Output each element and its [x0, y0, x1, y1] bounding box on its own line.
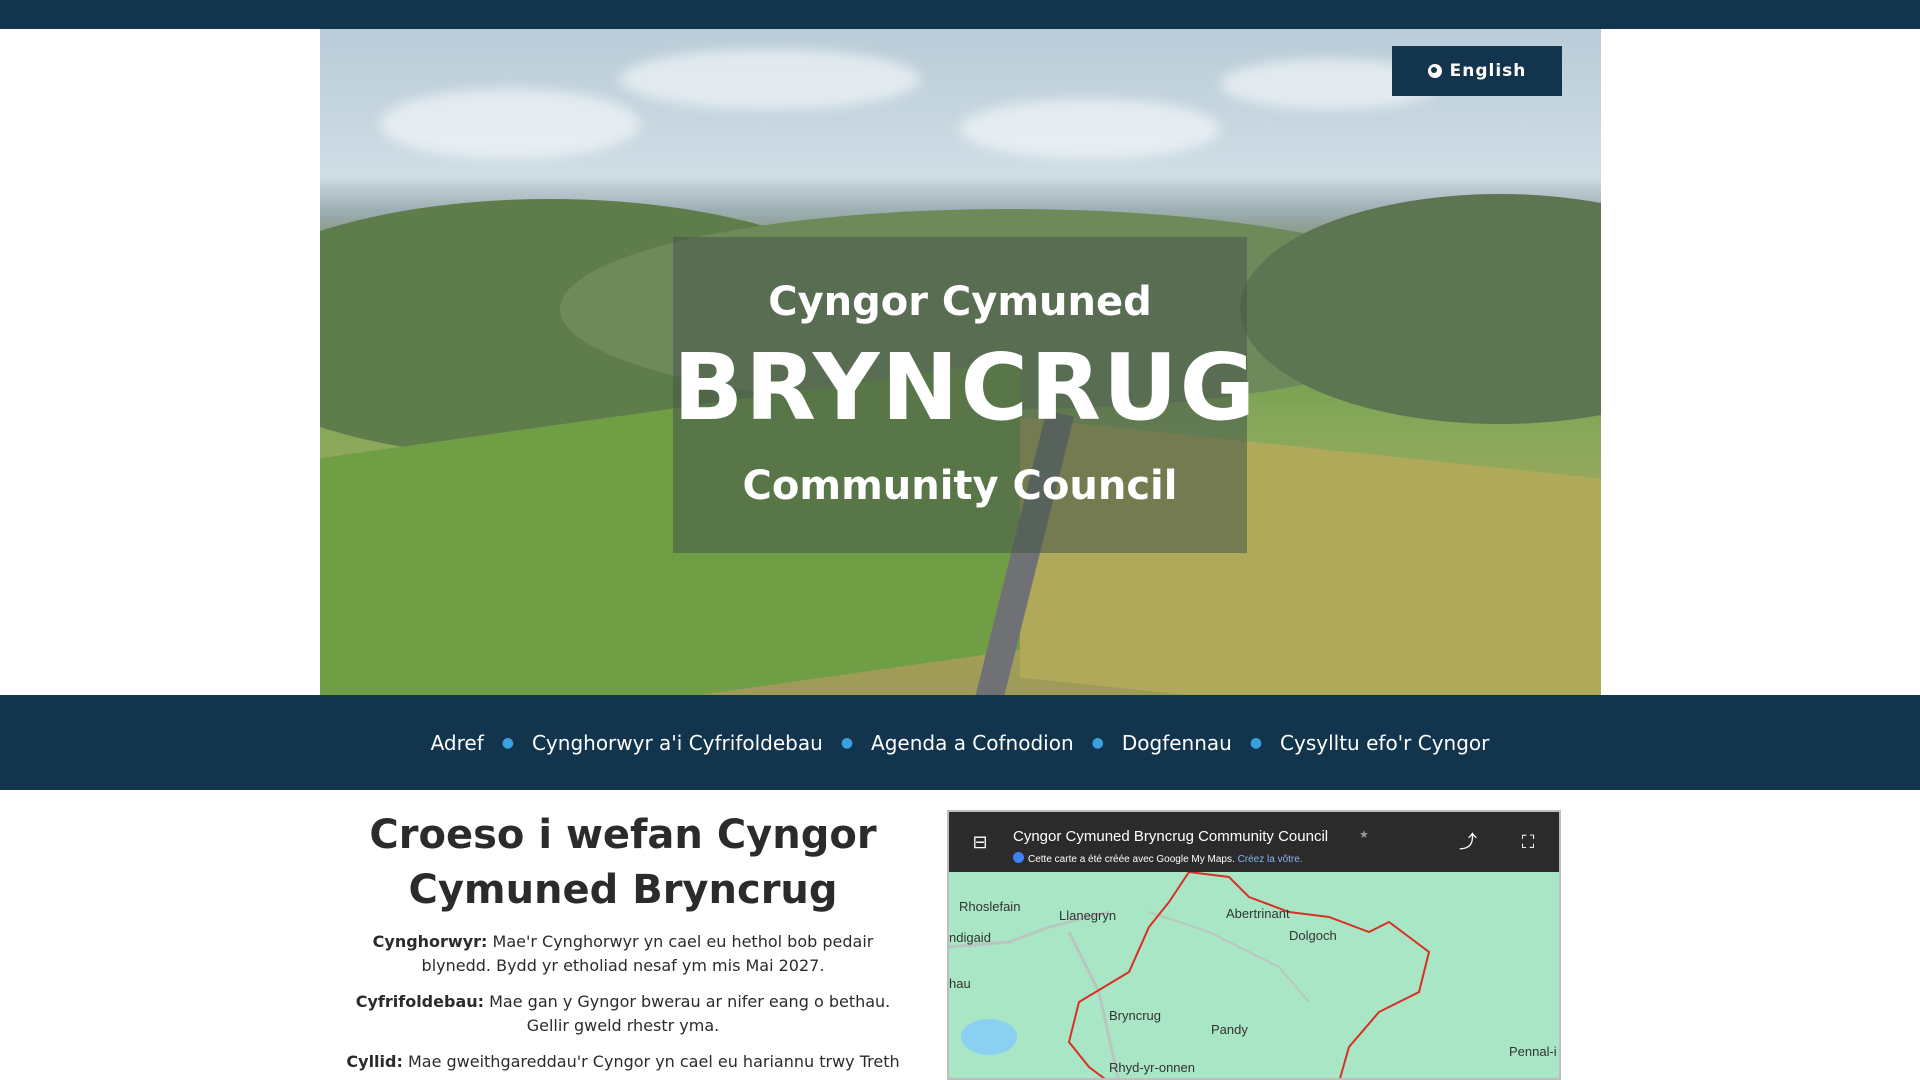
top-bar: [0, 0, 1920, 29]
map-legend-toggle-icon[interactable]: ⊟: [969, 832, 991, 854]
nav-item-councillors[interactable]: Cynghorwyr a'i Cyfrifoldebau: [532, 731, 823, 755]
site-title-box: Cyngor Cymuned BRYNCRUG Community Counci…: [673, 237, 1258, 553]
nav-separator: ●: [1249, 734, 1263, 751]
nav-separator: ●: [840, 734, 854, 751]
globe-icon: [1427, 64, 1442, 78]
map-title: Cyngor Cymuned Bryncrug Community Counci…: [1013, 828, 1329, 845]
map-place-label: ndigaid: [949, 930, 991, 945]
map-place-label: Abertrinant: [1226, 906, 1290, 921]
nav-separator: ●: [1091, 734, 1104, 751]
map-place-label: Dolgoch: [1289, 928, 1337, 943]
map-place-label: Rhyd-yr-onnen: [1109, 1060, 1195, 1075]
nav-item-documents[interactable]: Dogfennau: [1122, 731, 1232, 755]
map-water: [961, 1019, 1017, 1055]
map-place-label: Bryncrug: [1109, 1008, 1162, 1023]
star-icon[interactable]: ★: [1359, 828, 1369, 841]
nav-item-home[interactable]: Adref: [431, 731, 484, 755]
embedded-map[interactable]: ⊟ Cyngor Cymuned Bryncrug Community Coun…: [947, 810, 1561, 1080]
page-title: Croeso i wefan Cyngor Cymuned Bryncrug: [369, 812, 877, 913]
map-place-label: hau: [949, 976, 971, 991]
paragraph-label: Cyllid:: [346, 1052, 403, 1071]
paragraph-label: Cyfrifoldebau:: [355, 992, 485, 1011]
map-land: [949, 872, 1559, 1078]
info-paragraph: Cyllid: Mae gweithgareddau'r Cyngor yn c…: [340, 1050, 906, 1074]
map-create-link[interactable]: Créez la vôtre.: [1238, 854, 1303, 865]
paragraph-text: Mae gweithgareddau'r Cyngor yn cael eu h…: [402, 1052, 900, 1071]
cloud: [960, 99, 1220, 159]
map-place-label: Pennal-i: [1509, 1044, 1557, 1059]
title-line-3: Community Council: [742, 463, 1178, 509]
map-place-label: Llanegryn: [1059, 908, 1117, 923]
info-icon: [1013, 852, 1024, 863]
main-nav: Adref ● Cynghorwyr a'i Cyfrifoldebau ● A…: [0, 695, 1920, 790]
map-place-label: Rhoslefain: [959, 899, 1021, 914]
map-note-text: Cette carte a été créée avec Google My M…: [1028, 854, 1235, 865]
welcome-section: Croeso i wefan Cyngor Cymuned Bryncrug C…: [340, 808, 906, 1074]
nav-item-contact[interactable]: Cysylltu efo'r Cyngor: [1280, 731, 1489, 755]
map-canvas: [949, 872, 1559, 1078]
language-toggle-button[interactable]: English: [1392, 46, 1562, 96]
title-line-2: BRYNCRUG: [673, 334, 1258, 441]
map-place-label: Pandy: [1211, 1022, 1248, 1037]
map-note: Cette carte a été créée avec Google My M…: [1013, 852, 1303, 865]
nav-item-agenda[interactable]: Agenda a Cofnodion: [871, 731, 1074, 755]
paragraph-text: Mae'r Cynghorwyr yn cael eu hethol bob p…: [421, 932, 874, 975]
cloud: [620, 49, 920, 109]
info-paragraph: Cyfrifoldebau: Mae gan y Gyngor bwerau a…: [340, 990, 906, 1038]
share-icon[interactable]: ⤴: [1457, 832, 1479, 854]
map-header: ⊟ Cyngor Cymuned Bryncrug Community Coun…: [949, 812, 1559, 872]
nav-separator: ●: [501, 734, 514, 751]
paragraph-label: Cynghorwyr:: [372, 932, 488, 951]
info-paragraph: Cynghorwyr: Mae'r Cynghorwyr yn cael eu …: [340, 930, 906, 978]
title-line-1: Cyngor Cymuned: [768, 279, 1152, 325]
paragraph-text: Mae gan y Gyngor bwerau ar nifer eang o …: [484, 992, 891, 1035]
language-label: English: [1449, 61, 1527, 81]
fullscreen-icon[interactable]: ⛶: [1517, 832, 1539, 854]
cloud: [380, 89, 640, 159]
hill: [1240, 194, 1601, 424]
